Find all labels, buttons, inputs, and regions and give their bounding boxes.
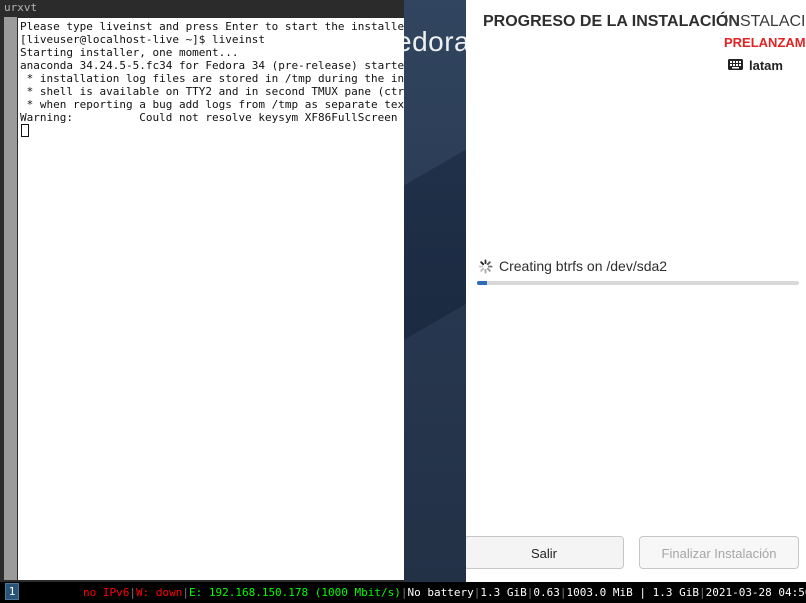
fedora-logo-wordmark: edora	[404, 26, 466, 57]
spinner-icon	[478, 258, 493, 274]
progress-status: Creating btrfs on /dev/sda2	[478, 258, 667, 274]
quit-button[interactable]: Salir	[466, 536, 624, 569]
terminal-line: Please type liveinst and press Enter to …	[20, 20, 404, 33]
terminal-line: * installation log files are stored in /…	[20, 72, 404, 85]
desktop-background: edora	[404, 0, 466, 582]
keyboard-layout-label: latam	[749, 58, 783, 73]
datetime-status: 2021-03-28 04:50:25	[705, 586, 806, 599]
battery-status: No battery	[407, 586, 474, 599]
product-title: INSTALACIÓ	[724, 13, 806, 30]
terminal-line: Starting installer, one moment...	[20, 46, 239, 59]
terminal-prompt-line[interactable]	[20, 124, 404, 140]
status-separator: |	[400, 586, 408, 599]
status-separator: |	[698, 586, 706, 599]
memory-status: 1003.0 MiB	[566, 586, 633, 599]
status-separator: |	[182, 586, 189, 599]
memory-inner-separator: |	[639, 586, 646, 599]
terminal-line: [liveuser@localhost-live ~]$ liveinst	[20, 33, 266, 46]
terminal-cursor	[21, 124, 29, 137]
installer-window: PROGRESO DE LA INSTALACIÓN INSTALACIÓ PR…	[466, 0, 806, 582]
terminal-line: * when reporting a bug add logs from /tm…	[20, 98, 404, 111]
ipv6-status: no IPv6	[83, 586, 130, 599]
page-title: PROGRESO DE LA INSTALACIÓN	[483, 13, 740, 30]
installation-progress-bar	[477, 281, 799, 285]
load-status: 0.63	[533, 586, 560, 599]
terminal-window[interactable]: urxvt Please type liveinst and press Ent…	[0, 0, 404, 582]
keyboard-icon	[728, 58, 743, 73]
terminal-output[interactable]: Please type liveinst and press Enter to …	[18, 18, 404, 580]
swap-status: 1.3 GiB	[652, 586, 699, 599]
terminal-line: * shell is available on TTY2 and in seco…	[20, 85, 404, 98]
progress-bar-fill	[477, 281, 487, 285]
status-separator: |	[129, 586, 136, 599]
progress-status-text: Creating btrfs on /dev/sda2	[499, 258, 668, 274]
workspace-button[interactable]: 1	[5, 583, 19, 600]
wireless-status: W: down	[135, 586, 183, 599]
terminal-line: Warning: Could not resolve keysym XF86Fu…	[20, 111, 398, 124]
prerelease-label: PRELANZAM	[724, 35, 806, 50]
status-bar: 1 no IPv6|W: down|E: 192.168.150.178 (10…	[0, 582, 806, 603]
terminal-line: anaconda 34.24.5-5.fc34 for Fedora 34 (p…	[20, 59, 404, 72]
finish-installation-button[interactable]: Finalizar Instalación	[639, 536, 799, 569]
disk-status: 1.3 GiB	[480, 586, 527, 599]
keyboard-layout-indicator[interactable]: latam	[728, 58, 783, 73]
terminal-scrollbar[interactable]	[4, 17, 17, 580]
terminal-title: urxvt	[4, 1, 38, 14]
ethernet-status: E: 192.168.150.178 (1000 Mbit/s)	[188, 586, 401, 599]
